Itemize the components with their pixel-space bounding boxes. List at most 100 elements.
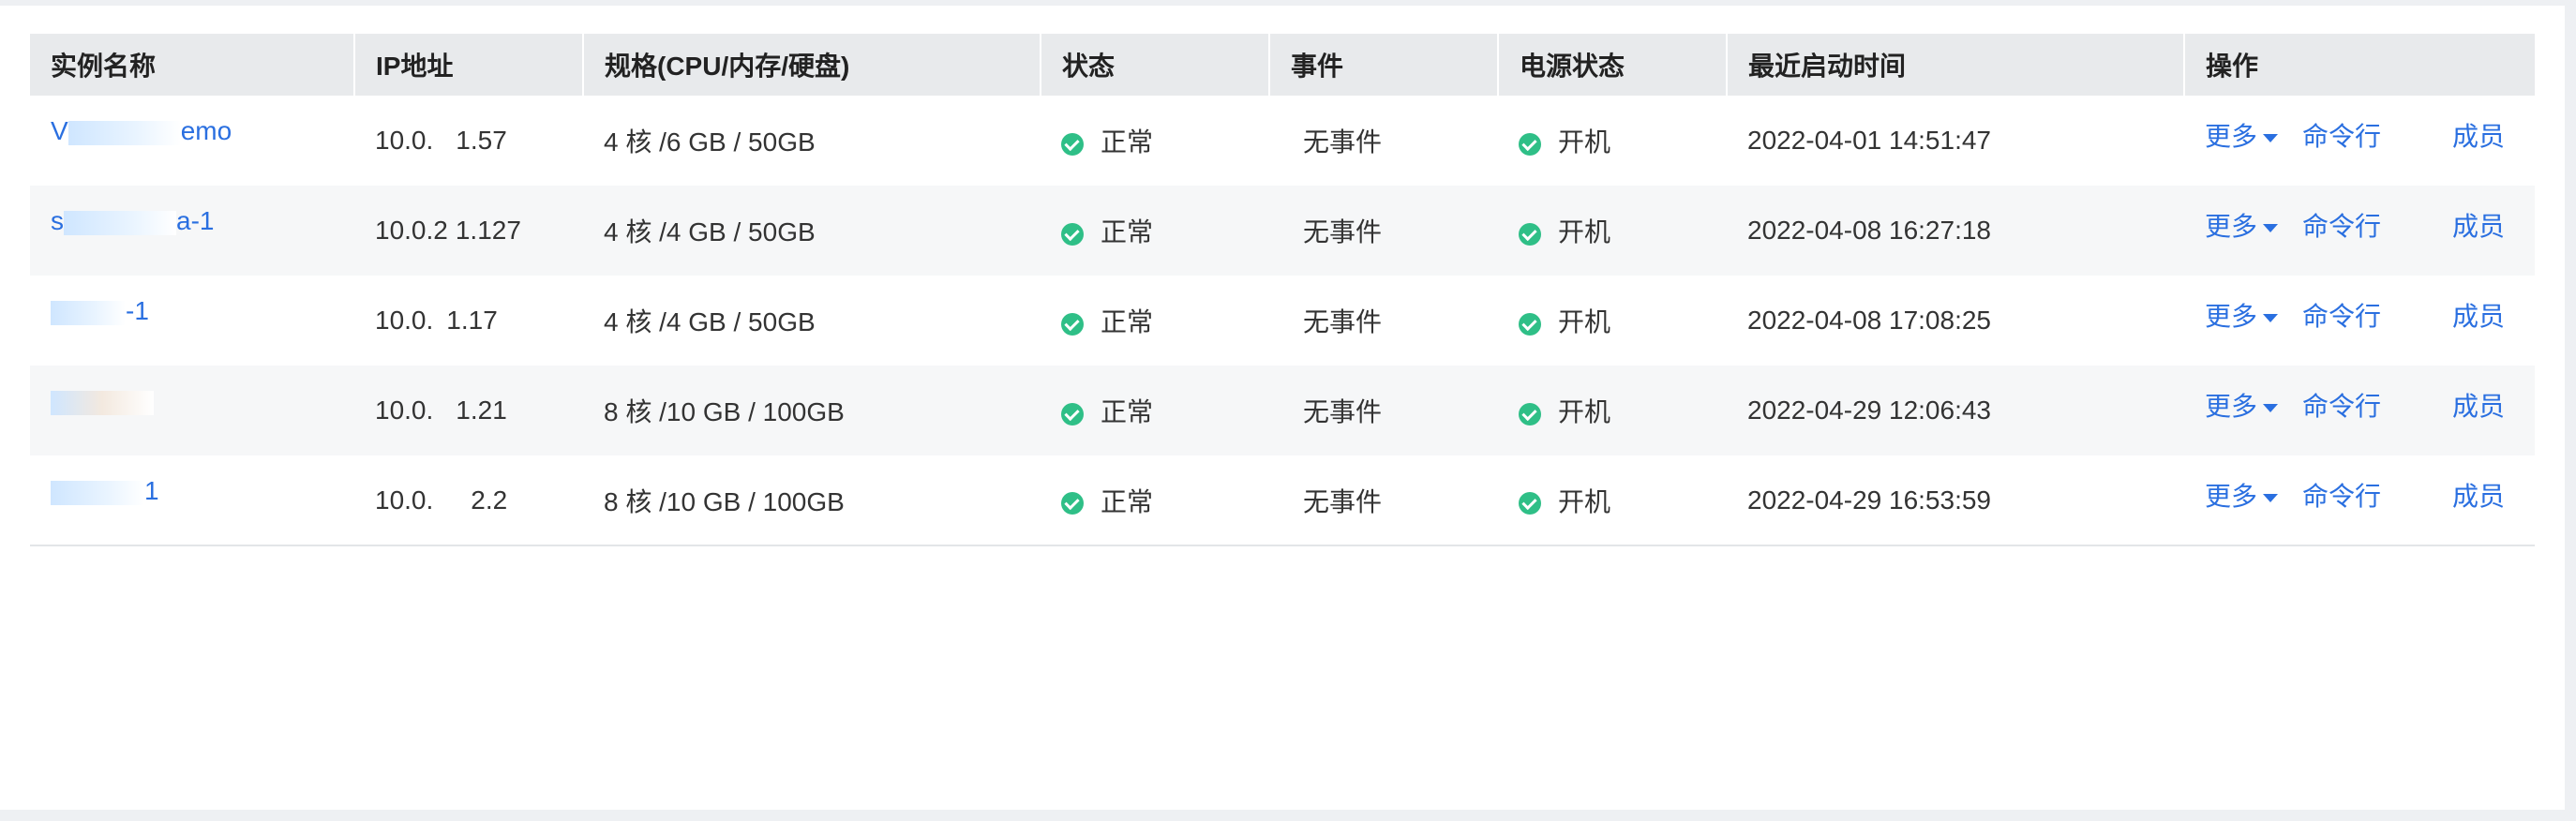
more-label: 更多 <box>2205 392 2258 421</box>
instance-name-link[interactable]: s a-1 <box>51 206 214 235</box>
more-label: 更多 <box>2205 302 2258 331</box>
instance-name-cell: Vemo <box>30 96 354 186</box>
status-cell: 正常 <box>1041 96 1269 186</box>
members-link[interactable]: 成员 <box>2452 122 2505 151</box>
check-circle-icon <box>1061 222 1084 246</box>
column-header-event[interactable]: 事件 <box>1269 34 1499 96</box>
power-cell: 开机 <box>1498 96 1727 186</box>
start-time-cell: 2022-04-29 12:06:43 <box>1747 396 1991 425</box>
power-text: 开机 <box>1558 486 1611 516</box>
power-text: 开机 <box>1558 217 1611 246</box>
column-header-spec[interactable]: 规格(CPU/内存/硬盘) <box>583 34 1041 96</box>
redacted-mask <box>51 480 144 505</box>
column-header-status[interactable]: 状态 <box>1041 34 1270 96</box>
command-line-link[interactable]: 命令行 <box>2302 392 2381 421</box>
start-time-cell: 2022-04-29 16:53:59 <box>1747 485 1991 515</box>
spec-cell: 4 核 /6 GB / 50GB <box>604 127 816 157</box>
actions-cell: 更多 命令行 成员 <box>2184 366 2535 455</box>
command-line-link[interactable]: 命令行 <box>2302 482 2381 511</box>
ip-prefix: 10.0. <box>375 306 434 335</box>
spec-cell: 8 核 /10 GB / 100GB <box>604 397 845 426</box>
ip-suffix: 1.57 <box>456 126 507 155</box>
power-text: 开机 <box>1558 307 1611 336</box>
instance-name-link[interactable] <box>51 386 154 415</box>
members-link[interactable]: 成员 <box>2452 392 2505 421</box>
more-dropdown[interactable]: 更多 <box>2205 212 2279 241</box>
ip-suffix: 1.21 <box>456 396 507 425</box>
event-text: 无事件 <box>1303 486 1383 516</box>
power-cell: 开机 <box>1498 276 1727 366</box>
spec-cell: 8 核 /10 GB / 100GB <box>604 486 845 516</box>
ip-prefix: 10.0. <box>375 485 434 515</box>
start-time-cell: 2022-04-01 14:51:47 <box>1747 126 1991 155</box>
members-link[interactable]: 成员 <box>2452 482 2505 511</box>
status-cell: 正常 <box>1041 366 1269 455</box>
redacted-mask <box>51 390 154 415</box>
ip-prefix: 10.0.2 <box>375 216 448 245</box>
instance-name-suffix: emo <box>180 116 232 145</box>
instance-table: 实例名称 IP地址 规格(CPU/内存/硬盘) 状态 事件 电源状态 最近启动时… <box>30 34 2535 546</box>
check-circle-icon <box>1061 492 1084 515</box>
instance-name-link[interactable]: -1 <box>51 296 149 325</box>
redacted-mask <box>64 210 176 235</box>
ip-cell: 10.0. 1.21 <box>354 366 583 455</box>
actions-cell: 更多 命令行 成员 <box>2184 276 2535 366</box>
status-text: 正常 <box>1101 217 1154 246</box>
ip-cell: 10.0.2 1.127 <box>354 186 583 276</box>
status-text: 正常 <box>1101 486 1154 516</box>
table-row: Vemo 10.0. 1.57 4 核 /6 GB / 50GB 正常 无事件 开… <box>30 96 2535 186</box>
start-time-cell: 2022-04-08 17:08:25 <box>1747 306 1991 335</box>
ip-suffix: 1.127 <box>455 216 521 245</box>
ip-suffix: 1.17 <box>446 306 498 335</box>
power-cell: 开机 <box>1498 366 1727 455</box>
power-cell: 开机 <box>1498 455 1727 545</box>
event-text: 无事件 <box>1303 307 1383 336</box>
instance-name-prefix: V <box>51 116 68 145</box>
event-cell: 无事件 <box>1269 455 1498 545</box>
instance-name-cell: 1 <box>30 455 354 545</box>
caret-down-icon <box>2263 494 2279 503</box>
caret-down-icon <box>2263 224 2279 233</box>
power-text: 开机 <box>1558 397 1611 426</box>
instance-name-link[interactable]: Vemo <box>51 116 232 145</box>
ip-prefix: 10.0. <box>375 396 434 425</box>
check-circle-icon <box>1519 222 1541 246</box>
more-dropdown[interactable]: 更多 <box>2205 122 2279 151</box>
more-dropdown[interactable]: 更多 <box>2205 302 2279 331</box>
instance-name-link[interactable]: 1 <box>51 476 159 505</box>
redacted-mask <box>51 300 126 325</box>
check-circle-icon <box>1519 312 1541 336</box>
spec-cell: 4 核 /4 GB / 50GB <box>604 217 816 246</box>
members-link[interactable]: 成员 <box>2452 302 2505 331</box>
table-row: -1 10.0. 1.17 4 核 /4 GB / 50GB 正常 无事件 开机 … <box>30 276 2535 366</box>
status-text: 正常 <box>1101 127 1154 157</box>
actions-cell: 更多 命令行 成员 <box>2184 186 2535 276</box>
spec-cell: 4 核 /4 GB / 50GB <box>604 307 816 336</box>
ip-cell: 10.0. 2.2 <box>354 455 583 545</box>
event-cell: 无事件 <box>1269 366 1498 455</box>
ip-prefix: 10.0. <box>375 126 434 155</box>
status-text: 正常 <box>1101 397 1154 426</box>
power-cell: 开机 <box>1498 186 1727 276</box>
column-header-start-time[interactable]: 最近启动时间 <box>1727 34 2185 96</box>
instance-name-suffix: a-1 <box>176 206 215 235</box>
more-dropdown[interactable]: 更多 <box>2205 392 2279 421</box>
caret-down-icon <box>2263 314 2279 323</box>
actions-cell: 更多 命令行 成员 <box>2184 455 2535 545</box>
ip-cell: 10.0. 1.57 <box>354 96 583 186</box>
table-header-row: 实例名称 IP地址 规格(CPU/内存/硬盘) 状态 事件 电源状态 最近启动时… <box>30 34 2535 96</box>
command-line-link[interactable]: 命令行 <box>2302 212 2381 241</box>
members-link[interactable]: 成员 <box>2452 212 2505 241</box>
caret-down-icon <box>2263 134 2279 143</box>
column-header-ip[interactable]: IP地址 <box>354 34 584 96</box>
column-header-power[interactable]: 电源状态 <box>1498 34 1728 96</box>
more-dropdown[interactable]: 更多 <box>2205 482 2279 511</box>
event-text: 无事件 <box>1303 127 1383 157</box>
ip-cell: 10.0. 1.17 <box>354 276 583 366</box>
instance-list-card: 实例名称 IP地址 规格(CPU/内存/硬盘) 状态 事件 电源状态 最近启动时… <box>0 6 2565 810</box>
command-line-link[interactable]: 命令行 <box>2302 302 2381 331</box>
event-cell: 无事件 <box>1269 276 1498 366</box>
column-header-name[interactable]: 实例名称 <box>30 34 355 96</box>
command-line-link[interactable]: 命令行 <box>2302 122 2381 151</box>
more-label: 更多 <box>2205 482 2258 511</box>
